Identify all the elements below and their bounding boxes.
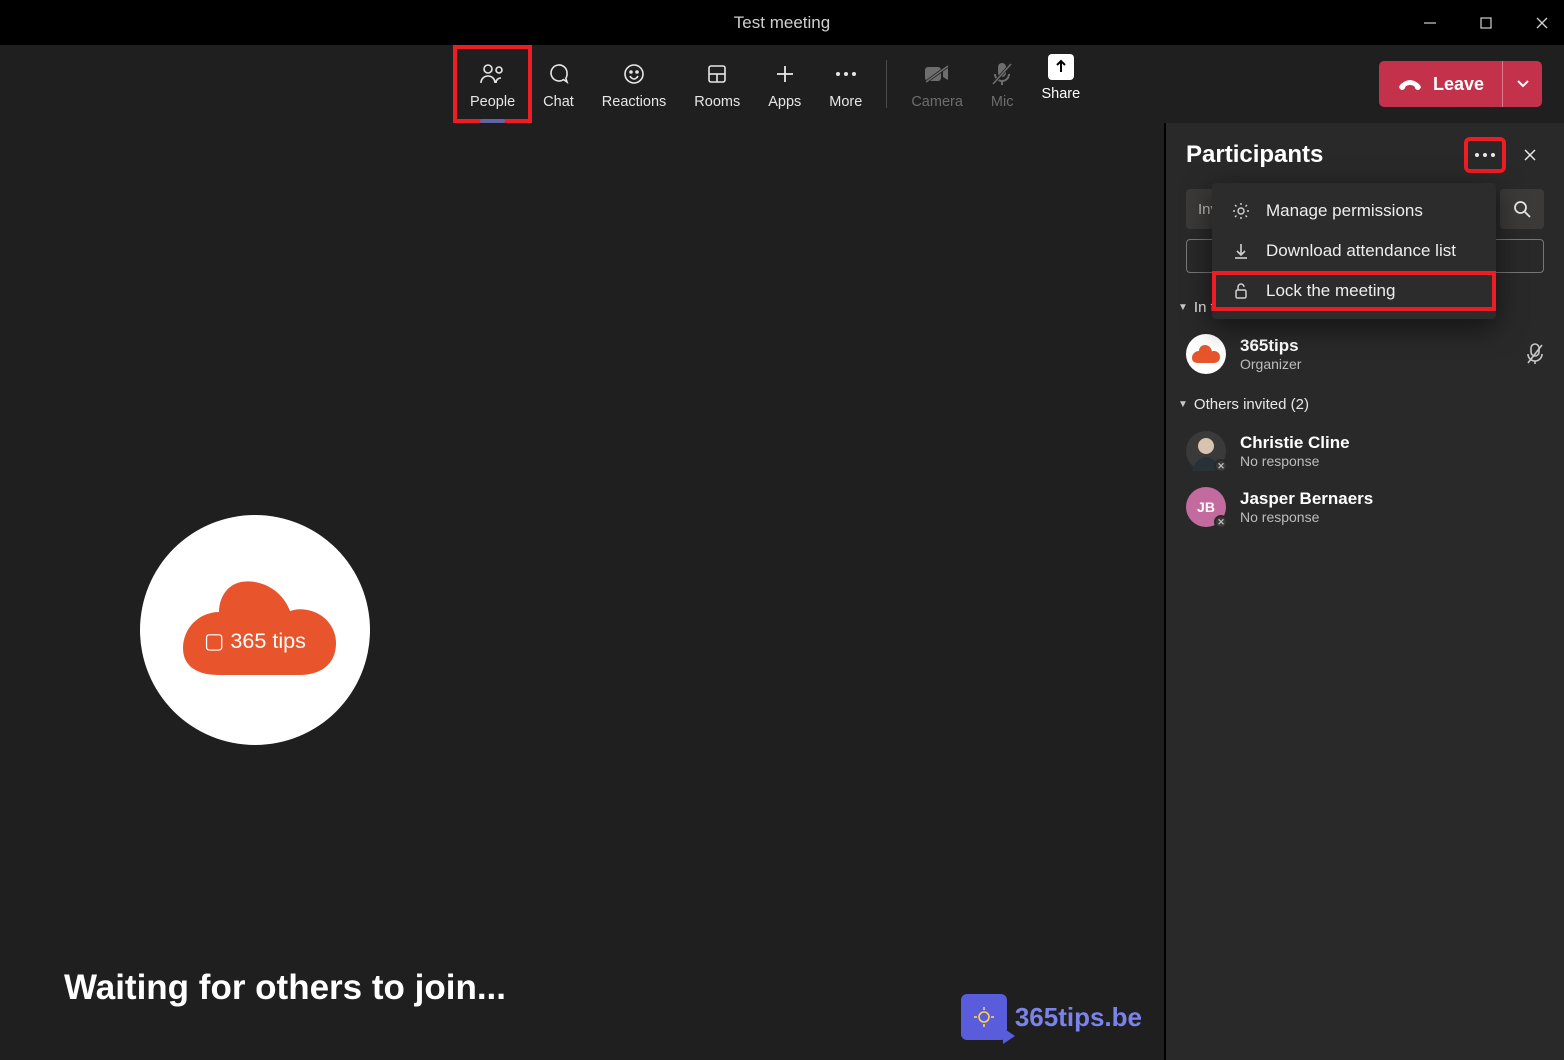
chat-icon bbox=[546, 60, 570, 88]
leave-dropdown-button[interactable] bbox=[1502, 61, 1542, 107]
menu-download-attendance[interactable]: Download attendance list bbox=[1212, 231, 1496, 271]
participant-row[interactable]: 365tips Organizer bbox=[1186, 326, 1544, 382]
mic-muted-icon bbox=[1526, 343, 1544, 365]
status-unknown-icon: ✕ bbox=[1214, 459, 1228, 473]
participant-status: No response bbox=[1240, 509, 1373, 525]
participant-avatar: JB ✕ bbox=[1186, 487, 1226, 527]
participant-name: Jasper Bernaers bbox=[1240, 489, 1373, 509]
chat-label: Chat bbox=[543, 94, 574, 110]
apps-label: Apps bbox=[768, 94, 801, 110]
participants-more-menu: Manage permissions Download attendance l… bbox=[1212, 183, 1496, 319]
reactions-label: Reactions bbox=[602, 94, 666, 110]
people-label: People bbox=[470, 94, 515, 110]
mic-off-icon bbox=[991, 60, 1013, 88]
mic-toggle[interactable]: Mic bbox=[977, 48, 1028, 120]
panel-more-button[interactable] bbox=[1466, 139, 1504, 171]
menu-manage-permissions[interactable]: Manage permissions bbox=[1212, 191, 1496, 231]
reactions-tab[interactable]: Reactions bbox=[588, 48, 680, 120]
share-label: Share bbox=[1041, 86, 1080, 102]
participant-row[interactable]: ✕ Christie Cline No response bbox=[1186, 423, 1544, 479]
leave-label: Leave bbox=[1433, 74, 1484, 95]
meeting-toolbar: People Chat Reactions Rooms Apps bbox=[0, 45, 1564, 123]
participant-avatar bbox=[1186, 334, 1226, 374]
caret-down-icon: ▼ bbox=[1178, 302, 1188, 313]
reactions-icon bbox=[622, 60, 646, 88]
more-tab[interactable]: More bbox=[815, 48, 876, 120]
rooms-icon bbox=[706, 60, 728, 88]
participant-name: 365tips bbox=[1240, 336, 1301, 356]
participant-role: Organizer bbox=[1240, 356, 1301, 372]
leave-button-group: Leave bbox=[1379, 61, 1542, 107]
avatar-cloud-icon: ▢ 365 tips bbox=[165, 576, 345, 684]
apps-icon bbox=[774, 60, 796, 88]
rooms-label: Rooms bbox=[694, 94, 740, 110]
presenter-avatar: ▢ 365 tips bbox=[140, 515, 370, 745]
camera-off-icon bbox=[924, 60, 950, 88]
watermark: 365tips.be bbox=[961, 994, 1142, 1040]
participant-status: No response bbox=[1240, 453, 1350, 469]
participants-panel: Participants Share invite ▼ In this meet… bbox=[1164, 123, 1564, 1060]
share-button[interactable]: Share bbox=[1027, 48, 1094, 108]
watermark-icon bbox=[961, 994, 1007, 1040]
participant-name: Christie Cline bbox=[1240, 433, 1350, 453]
panel-title: Participants bbox=[1186, 141, 1323, 169]
mic-label: Mic bbox=[991, 94, 1014, 110]
section-others-label: Others invited (2) bbox=[1194, 396, 1309, 413]
title-bar: Test meeting bbox=[0, 0, 1564, 45]
participant-row[interactable]: JB ✕ Jasper Bernaers No response bbox=[1186, 479, 1544, 535]
caret-down-icon: ▼ bbox=[1178, 399, 1188, 410]
panel-close-button[interactable] bbox=[1516, 141, 1544, 169]
participant-avatar: ✕ bbox=[1186, 431, 1226, 471]
share-icon bbox=[1048, 54, 1074, 80]
rooms-tab[interactable]: Rooms bbox=[680, 48, 754, 120]
toolbar-divider bbox=[886, 60, 887, 108]
invite-search-button[interactable] bbox=[1500, 189, 1544, 229]
waiting-message: Waiting for others to join... bbox=[64, 968, 506, 1008]
camera-label: Camera bbox=[911, 94, 963, 110]
gear-icon bbox=[1230, 202, 1252, 220]
apps-tab[interactable]: Apps bbox=[754, 48, 815, 120]
close-window-button[interactable] bbox=[1528, 9, 1556, 37]
more-icon bbox=[834, 60, 858, 88]
people-tab[interactable]: People bbox=[456, 48, 529, 120]
more-label: More bbox=[829, 94, 862, 110]
minimize-button[interactable] bbox=[1416, 9, 1444, 37]
leave-button[interactable]: Leave bbox=[1379, 61, 1502, 107]
meeting-stage: ▢ 365 tips Waiting for others to join...… bbox=[0, 123, 1164, 1060]
hangup-icon bbox=[1397, 75, 1423, 93]
status-unknown-icon: ✕ bbox=[1214, 515, 1228, 529]
people-icon bbox=[480, 60, 506, 88]
section-others-invited[interactable]: ▼ Others invited (2) bbox=[1178, 396, 1544, 413]
participant-initials: JB bbox=[1197, 499, 1215, 515]
menu-item-label: Manage permissions bbox=[1266, 201, 1423, 221]
menu-lock-meeting[interactable]: Lock the meeting bbox=[1212, 271, 1496, 311]
window-title: Test meeting bbox=[0, 13, 1564, 33]
lock-icon bbox=[1230, 282, 1252, 300]
menu-item-label: Lock the meeting bbox=[1266, 281, 1395, 301]
chat-tab[interactable]: Chat bbox=[529, 48, 588, 120]
download-icon bbox=[1230, 242, 1252, 260]
watermark-text: 365tips.be bbox=[1015, 1002, 1142, 1033]
avatar-text: ▢ 365 tips bbox=[204, 628, 306, 653]
maximize-button[interactable] bbox=[1472, 9, 1500, 37]
camera-toggle[interactable]: Camera bbox=[897, 48, 977, 120]
menu-item-label: Download attendance list bbox=[1266, 241, 1456, 261]
